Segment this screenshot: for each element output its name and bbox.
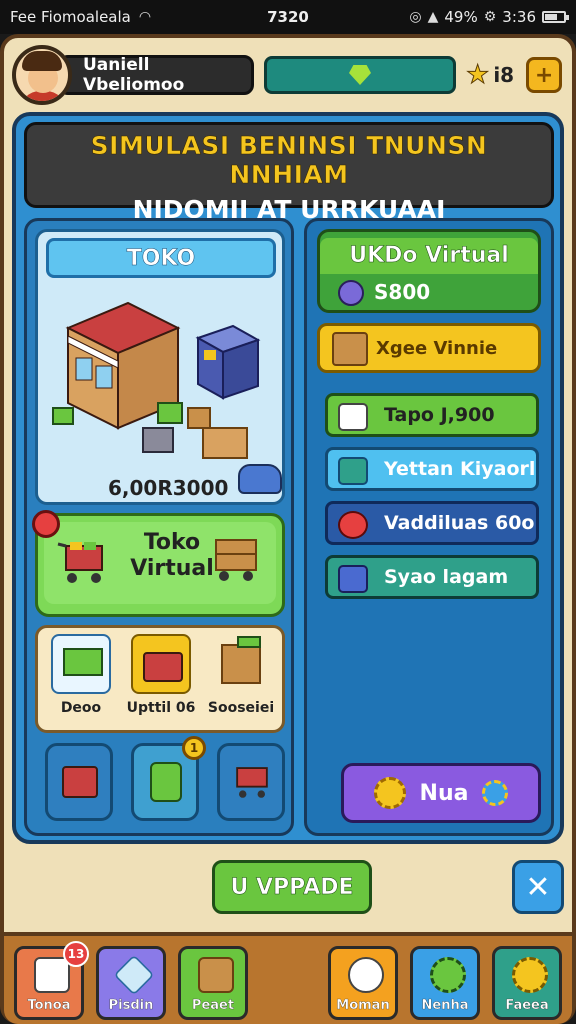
nav-label: Pisdin xyxy=(108,998,154,1013)
paper-icon xyxy=(338,403,368,431)
virtual-store-tile[interactable]: UKDo Virtual S800 xyxy=(317,229,541,313)
basket-icon xyxy=(62,766,98,798)
menu-row[interactable]: Vaddiluas 60o xyxy=(325,501,539,545)
status-bar: Fee Fiomoaleala ◠ 7320 ◎ ▲ 49% ⚙ 3:36 xyxy=(0,0,576,34)
crate-tile[interactable]: Xgee Vinnie xyxy=(317,323,541,373)
mini-item-label: Upttil 06 xyxy=(126,700,196,716)
player-name: Uaniell Vbeliomoo xyxy=(58,55,254,95)
status-extra: 3:36 xyxy=(502,8,536,26)
mini-item[interactable]: Upttil 06 xyxy=(126,634,196,726)
cart-icon xyxy=(236,767,268,798)
wifi-icon: ◠ xyxy=(138,9,152,25)
carrier-label: Fee Fiomoaleala xyxy=(10,8,131,26)
shop-scene-illustration xyxy=(52,301,261,459)
screen-icon xyxy=(338,457,368,485)
nav-item-nenha[interactable]: Nenha xyxy=(410,946,480,1020)
title-line-1: SIMULASI BENINSI TNUNSN NNHIAM xyxy=(90,131,488,190)
crate-tile-label: Xgee Vinnie xyxy=(376,337,498,359)
upgrade-button[interactable]: U VPPADE xyxy=(212,860,372,914)
coin-icon xyxy=(338,280,364,306)
main-panel: SIMULASI BENINSI TNUNSN NNHIAM NIDOMII A… xyxy=(12,112,564,844)
notification-badge-icon xyxy=(32,510,60,538)
basket-button[interactable] xyxy=(45,743,113,821)
bin-icon xyxy=(150,762,182,802)
shop-value: 6,00R3000 xyxy=(108,476,229,500)
virtual-store-title: UKDo Virtual xyxy=(320,238,538,274)
alarm-icon: ◎ xyxy=(409,9,422,25)
action-button[interactable]: Nua xyxy=(341,763,541,823)
box-icon xyxy=(34,957,70,993)
menu-row[interactable]: Yettan Kiyaorl xyxy=(325,447,539,491)
nav-item-moman[interactable]: Moman xyxy=(328,946,398,1020)
menu-row-label: Tapo J,900 xyxy=(384,404,495,426)
clock: 7320 xyxy=(267,8,309,26)
nav-item-faeea[interactable]: Faeea xyxy=(492,946,562,1020)
virtual-store-value: S800 xyxy=(374,280,431,304)
shopping-cart-icon xyxy=(57,542,103,583)
cart-icon xyxy=(51,634,111,694)
nav-item-pisdin[interactable]: Pisdin xyxy=(96,946,166,1020)
box-icon xyxy=(332,332,368,366)
mini-item-label: Sooseiei xyxy=(207,700,275,716)
menu-row-label: Vaddiluas 60o xyxy=(384,512,535,534)
game-frame: Uaniell Vbeliomoo ★ i8 + SIMULASI BENINS… xyxy=(0,34,576,1024)
quick-actions: 1 xyxy=(35,736,285,829)
gem-icon xyxy=(349,65,371,85)
settings-gear-icon xyxy=(512,957,548,993)
nav-label: Faeea xyxy=(505,998,549,1013)
count-badge: 1 xyxy=(182,736,206,760)
diamond-icon xyxy=(113,954,155,996)
battery-icon xyxy=(541,11,569,23)
nav-label: Tonoa xyxy=(27,998,71,1013)
nav-badge: 13 xyxy=(63,941,89,967)
star-icon: ★ xyxy=(465,60,490,91)
mini-item[interactable]: Deoo xyxy=(46,634,116,726)
crate-cart-icon xyxy=(215,539,257,581)
mini-item-label: Deoo xyxy=(60,700,102,716)
cart-button[interactable] xyxy=(217,743,285,821)
car-icon xyxy=(238,464,282,494)
battery-percent: 49% xyxy=(444,8,478,26)
ball-icon xyxy=(338,511,368,539)
left-column: TOKO 6,00R3000 Toko Virtual Deoo Upttil … xyxy=(24,218,294,836)
shop-header: TOKO xyxy=(46,238,276,278)
menu-row[interactable]: Tapo J,900 xyxy=(325,393,539,437)
mini-item[interactable]: Sooseiei xyxy=(206,634,276,726)
item-shelf: Deoo Upttil 06 Sooseiei xyxy=(35,625,285,733)
gear-icon xyxy=(482,780,509,806)
signal-icon: ▲ xyxy=(427,9,439,25)
crate-icon xyxy=(198,957,234,993)
nav-label: Nenha xyxy=(421,998,469,1013)
menu-row-label: Syao lagam xyxy=(384,566,509,588)
right-column: UKDo Virtual S800 Xgee Vinnie Tapo J,900… xyxy=(304,218,554,836)
virtual-store-label: Toko Virtual xyxy=(130,530,214,581)
menu-row-label: Yettan Kiyaorl xyxy=(384,458,536,480)
avatar[interactable] xyxy=(12,45,72,105)
chef-icon xyxy=(348,957,384,993)
bottom-nav: 13 Tonoa Pisdin Peaet Moman Nenha Faeea xyxy=(4,932,572,1024)
fruit-basket-icon xyxy=(131,634,191,694)
nav-label: Moman xyxy=(336,998,390,1013)
virtual-store-card[interactable]: Toko Virtual xyxy=(32,510,285,617)
menu-row[interactable]: Syao lagam xyxy=(325,555,539,599)
package-icon xyxy=(211,634,271,694)
star-counter: ★ i8 xyxy=(465,60,515,91)
add-currency-button[interactable]: + xyxy=(526,57,563,93)
bin-button[interactable]: 1 xyxy=(131,736,206,821)
settings-icon: ⚙ xyxy=(483,9,497,25)
close-button[interactable]: ✕ xyxy=(512,860,564,914)
title-banner: SIMULASI BENINSI TNUNSN NNHIAM NIDOMII A… xyxy=(24,122,554,224)
star-count: i8 xyxy=(493,63,515,87)
progress-bar xyxy=(264,56,456,94)
action-button-label: Nua xyxy=(419,780,469,806)
gear-icon xyxy=(373,777,406,809)
cube-icon xyxy=(338,565,368,593)
shop-card[interactable]: TOKO 6,00R3000 xyxy=(35,229,285,505)
nav-label: Peaet xyxy=(191,998,235,1013)
top-bar: Uaniell Vbeliomoo ★ i8 + xyxy=(12,45,564,105)
nav-item-tonoa[interactable]: 13 Tonoa xyxy=(14,941,89,1020)
nav-item-peaet[interactable]: Peaet xyxy=(178,946,248,1020)
gear-icon xyxy=(430,957,466,993)
